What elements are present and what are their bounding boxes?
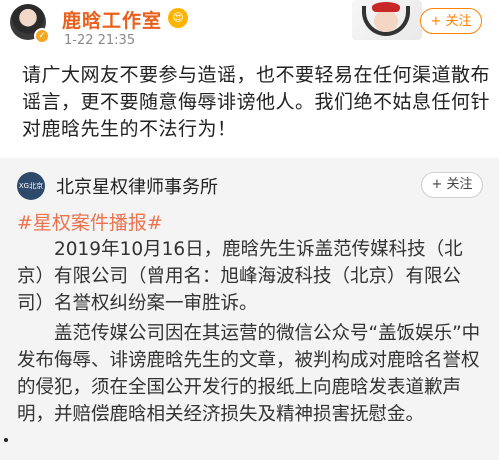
follow-button[interactable]: + 关注 [420, 8, 482, 34]
repost-card[interactable]: XG北京 北京星权律师事务所 + 关注 #星权案件播报# 2019年10月16日… [0, 158, 499, 460]
vip-emoji-icon: 😍 [168, 8, 188, 28]
repost-paragraph-1: 2019年10月16日，鹿晗先生诉盖范传媒科技（北京）有限公司（曾用名：旭峰海波… [17, 239, 463, 314]
repost-account-name[interactable]: 北京星权律师事务所 [56, 173, 218, 199]
repost-paragraph-2: 盖范传媒公司因在其运营的微信公众号“盖饭娱乐”中发布侮辱、诽谤鹿晗先生的文章，被… [17, 323, 481, 425]
repost-avatar[interactable]: XG北京 [17, 172, 45, 200]
verified-badge-icon: ✓ [34, 28, 50, 44]
decoration-sticker-icon [352, 0, 422, 40]
post-timestamp: 1-22 21:35 [64, 33, 136, 48]
bullet-dot [4, 438, 8, 442]
post-header: ✓ 鹿晗工作室 😍 1-22 21:35 + 关注 [0, 0, 499, 58]
account-name[interactable]: 鹿晗工作室 [62, 6, 162, 33]
topic-hashtag-link[interactable]: #星权案件播报# [17, 208, 163, 235]
post-text: 请广大网友不要参与造谣，也不要轻易在任何渠道散布谣言，更不要随意侮辱诽谤他人。我… [22, 64, 491, 140]
repost-follow-button[interactable]: + 关注 [421, 172, 483, 198]
